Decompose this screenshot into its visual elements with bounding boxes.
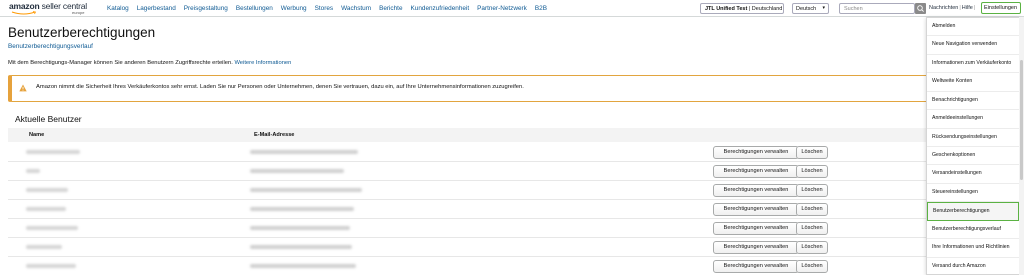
language-select[interactable]: Deutsch ▾ — [792, 3, 829, 14]
redacted-user-email — [250, 169, 344, 173]
messages-link[interactable]: Nachrichten — [929, 5, 958, 11]
intro-text: Mit dem Berechtigungs-Manager können Sie… — [8, 60, 291, 66]
nav-item-lagerbestand[interactable]: Lagerbestand — [137, 5, 184, 12]
delete-user-button[interactable]: Löschen — [796, 222, 828, 235]
account-switcher[interactable]: JTL Unified Test | Deutschland — [700, 3, 784, 14]
menu-item-gift-options[interactable]: Geschenkoptionen — [927, 147, 1019, 166]
redacted-user-name — [26, 226, 78, 230]
nav-item-berichte[interactable]: Berichte — [379, 5, 410, 12]
settings-dropdown-menu: Abmelden Neue Navigation verwenden Informa… — [926, 17, 1020, 275]
redacted-user-name — [26, 188, 68, 192]
current-users-heading: Aktuelle Benutzer — [15, 114, 82, 124]
menu-item-new-navigation[interactable]: Neue Navigation verwenden — [927, 36, 1019, 55]
table-row: Berechtigungen verwalten Löschen — [8, 200, 1024, 219]
logo-brand-text: amazon — [9, 1, 40, 11]
delete-user-button[interactable]: Löschen — [796, 241, 828, 254]
redacted-user-email — [250, 207, 354, 211]
nav-item-stores[interactable]: Stores — [315, 5, 341, 12]
help-link[interactable]: Hilfe — [962, 5, 973, 11]
menu-item-sign-out[interactable]: Abmelden — [927, 18, 1019, 37]
table-row: Berechtigungen verwalten Löschen — [8, 143, 1024, 162]
search-input[interactable]: Suchen — [839, 3, 915, 14]
nav-item-wachstum[interactable]: Wachstum — [341, 5, 379, 12]
nav-item-b2b[interactable]: B2B — [535, 5, 555, 12]
menu-item-fulfillment-by-amazon[interactable]: Versand durch Amazon — [927, 258, 1019, 275]
menu-scrollbar-thumb[interactable] — [1020, 60, 1023, 180]
header-links: Nachrichten|Hilfe| — [929, 5, 976, 11]
delete-user-button[interactable]: Löschen — [796, 165, 828, 178]
link-separator: | — [973, 5, 976, 11]
amazon-seller-central-logo[interactable]: amazon seller central europe — [9, 1, 101, 15]
menu-item-notifications[interactable]: Benachrichtigungen — [927, 92, 1019, 111]
manage-permissions-button[interactable]: Berechtigungen verwalten — [713, 260, 799, 273]
alert-message: Amazon nimmt die Sicherheit Ihres Verkäu… — [36, 84, 524, 90]
manage-permissions-button[interactable]: Berechtigungen verwalten — [713, 146, 799, 159]
redacted-user-email — [250, 245, 352, 249]
manage-permissions-button[interactable]: Berechtigungen verwalten — [713, 165, 799, 178]
redacted-user-name — [26, 264, 76, 268]
menu-item-permission-history[interactable]: Benutzerberechtigungsverlauf — [927, 221, 1019, 240]
search-icon — [917, 5, 924, 12]
column-header-name: Name — [29, 132, 45, 138]
redacted-user-email — [250, 226, 350, 230]
table-row: Berechtigungen verwalten Löschen — [8, 162, 1024, 181]
nav-item-preisgestaltung[interactable]: Preisgestaltung — [184, 5, 236, 12]
menu-item-login-settings[interactable]: Anmeldeeinstellungen — [927, 110, 1019, 129]
logo-region-text: europe — [72, 10, 85, 15]
main-nav: Katalog Lagerbestand Preisgestaltung Bes… — [107, 5, 555, 12]
column-header-email: E-Mail-Adresse — [254, 132, 295, 138]
redacted-user-name — [26, 150, 80, 154]
chevron-down-icon: ▾ — [822, 5, 825, 11]
nav-item-partner-netzwerk[interactable]: Partner-Netzwerk — [477, 5, 535, 12]
menu-item-return-settings[interactable]: Rücksendungseinstellungen — [927, 129, 1019, 147]
page-title: Benutzerberechtigungen — [8, 25, 156, 40]
redacted-user-email — [250, 264, 356, 268]
menu-item-global-accounts[interactable]: Weltweite Konten — [927, 73, 1019, 92]
top-navigation-bar: amazon seller central europe Katalog Lag… — [0, 0, 1024, 17]
language-value: Deutsch — [796, 6, 817, 12]
settings-button[interactable]: Einstellungen — [981, 2, 1021, 14]
menu-item-your-info-and-policies[interactable]: Ihre Informationen und Richtlinien — [927, 239, 1019, 258]
delete-user-button[interactable]: Löschen — [796, 146, 828, 159]
manage-permissions-button[interactable]: Berechtigungen verwalten — [713, 203, 799, 216]
redacted-user-name — [26, 245, 62, 249]
search-placeholder: Suchen — [844, 6, 863, 12]
table-row: Berechtigungen verwalten Löschen — [8, 238, 1024, 257]
users-table-header: Name E-Mail-Adresse — [8, 128, 1024, 142]
manage-permissions-button[interactable]: Berechtigungen verwalten — [713, 184, 799, 197]
table-row: Berechtigungen verwalten Löschen — [8, 181, 1024, 200]
permission-history-link[interactable]: Benutzerberechtigungsverlauf — [8, 43, 93, 50]
delete-user-button[interactable]: Löschen — [796, 184, 828, 197]
security-alert: Amazon nimmt die Sicherheit Ihres Verkäu… — [8, 75, 1024, 102]
delete-user-button[interactable]: Löschen — [796, 203, 828, 216]
nav-item-werbung[interactable]: Werbung — [281, 5, 315, 12]
account-name: JTL Unified Test — [705, 6, 748, 12]
menu-item-tax-settings[interactable]: Steuereinstellungen — [927, 184, 1019, 203]
nav-item-bestellungen[interactable]: Bestellungen — [236, 5, 281, 12]
nav-item-kundenzufriedenheit[interactable]: Kundenzufriedenheit — [411, 5, 478, 12]
delete-user-button[interactable]: Löschen — [796, 260, 828, 273]
menu-item-shipping-settings[interactable]: Versandeinstellungen — [927, 165, 1019, 184]
redacted-user-email — [250, 188, 362, 192]
redacted-user-email — [250, 150, 358, 154]
redacted-user-name — [26, 169, 40, 173]
menu-item-user-permissions[interactable]: Benutzerberechtigungen — [927, 202, 1019, 221]
warning-icon — [19, 84, 27, 92]
account-marketplace: | Deutschland — [747, 6, 783, 12]
amazon-smile-icon — [11, 11, 37, 15]
manage-permissions-button[interactable]: Berechtigungen verwalten — [713, 222, 799, 235]
more-info-link[interactable]: Weitere Informationen — [234, 60, 291, 66]
manage-permissions-button[interactable]: Berechtigungen verwalten — [713, 241, 799, 254]
table-row: Berechtigungen verwalten Löschen — [8, 219, 1024, 238]
redacted-user-name — [26, 207, 66, 211]
table-row: Berechtigungen verwalten Löschen — [8, 257, 1024, 275]
nav-item-katalog[interactable]: Katalog — [107, 5, 137, 12]
menu-item-seller-account-info[interactable]: Informationen zum Verkäuferkonto — [927, 55, 1019, 74]
intro-description: Mit dem Berechtigungs-Manager können Sie… — [8, 60, 233, 66]
search-button[interactable] — [915, 3, 926, 14]
